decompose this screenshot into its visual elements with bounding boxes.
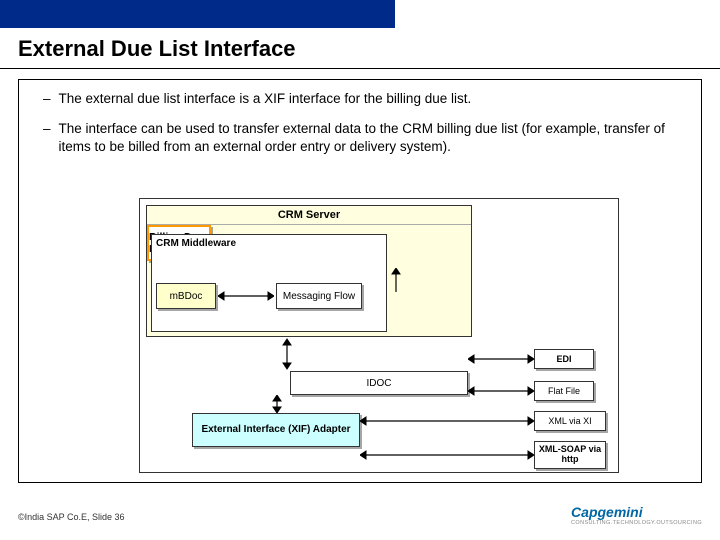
crm-server-label: CRM Server: [147, 206, 471, 225]
header-bar: [0, 0, 395, 28]
xml-soap-box: XML-SOAP via http: [534, 441, 606, 469]
arrow-icon: [218, 287, 274, 305]
edi-box: EDI: [534, 349, 594, 369]
bullet-item: – The interface can be used to transfer …: [33, 120, 687, 156]
xif-adapter-box: External Interface (XIF) Adapter: [192, 413, 360, 447]
bullet-text: The external due list interface is a XIF…: [59, 90, 687, 108]
arrow-icon: [270, 395, 284, 413]
xml-xi-box: XML via XI: [534, 411, 606, 431]
logo-tagline: CONSULTING.TECHNOLOGY.OUTSOURCING: [571, 520, 702, 526]
slide-title: External Due List Interface: [0, 28, 720, 69]
arrow-icon: [360, 447, 534, 463]
messaging-flow-box: Messaging Flow: [276, 283, 362, 309]
arrow-icon: [280, 337, 294, 371]
bullet-item: – The external due list interface is a X…: [33, 90, 687, 108]
flatfile-box: Flat File: [534, 381, 594, 401]
idoc-box: IDOC: [290, 371, 468, 395]
mbdoc-box: mBDoc: [156, 283, 216, 309]
arrow-icon: [468, 383, 534, 399]
crm-server-container: CRM Server CRM Middleware mBDoc Messagin…: [146, 205, 472, 337]
bullet-dash: –: [43, 120, 51, 156]
crm-middleware-container: CRM Middleware mBDoc Messaging Flow: [151, 234, 387, 332]
logo-name: Capgemini: [571, 504, 643, 520]
arrow-icon: [360, 413, 534, 429]
architecture-diagram: CRM Server CRM Middleware mBDoc Messagin…: [139, 198, 619, 473]
arrow-icon: [468, 351, 534, 367]
arrow-icon: [389, 268, 403, 292]
crm-middleware-label: CRM Middleware: [152, 235, 386, 252]
bullet-text: The interface can be used to transfer ex…: [59, 120, 687, 156]
footer-text: ©India SAP Co.E, Slide 36: [18, 512, 125, 522]
bullet-dash: –: [43, 90, 51, 108]
capgemini-logo: Capgemini CONSULTING.TECHNOLOGY.OUTSOURC…: [571, 504, 702, 526]
content-frame: – The external due list interface is a X…: [18, 79, 702, 483]
